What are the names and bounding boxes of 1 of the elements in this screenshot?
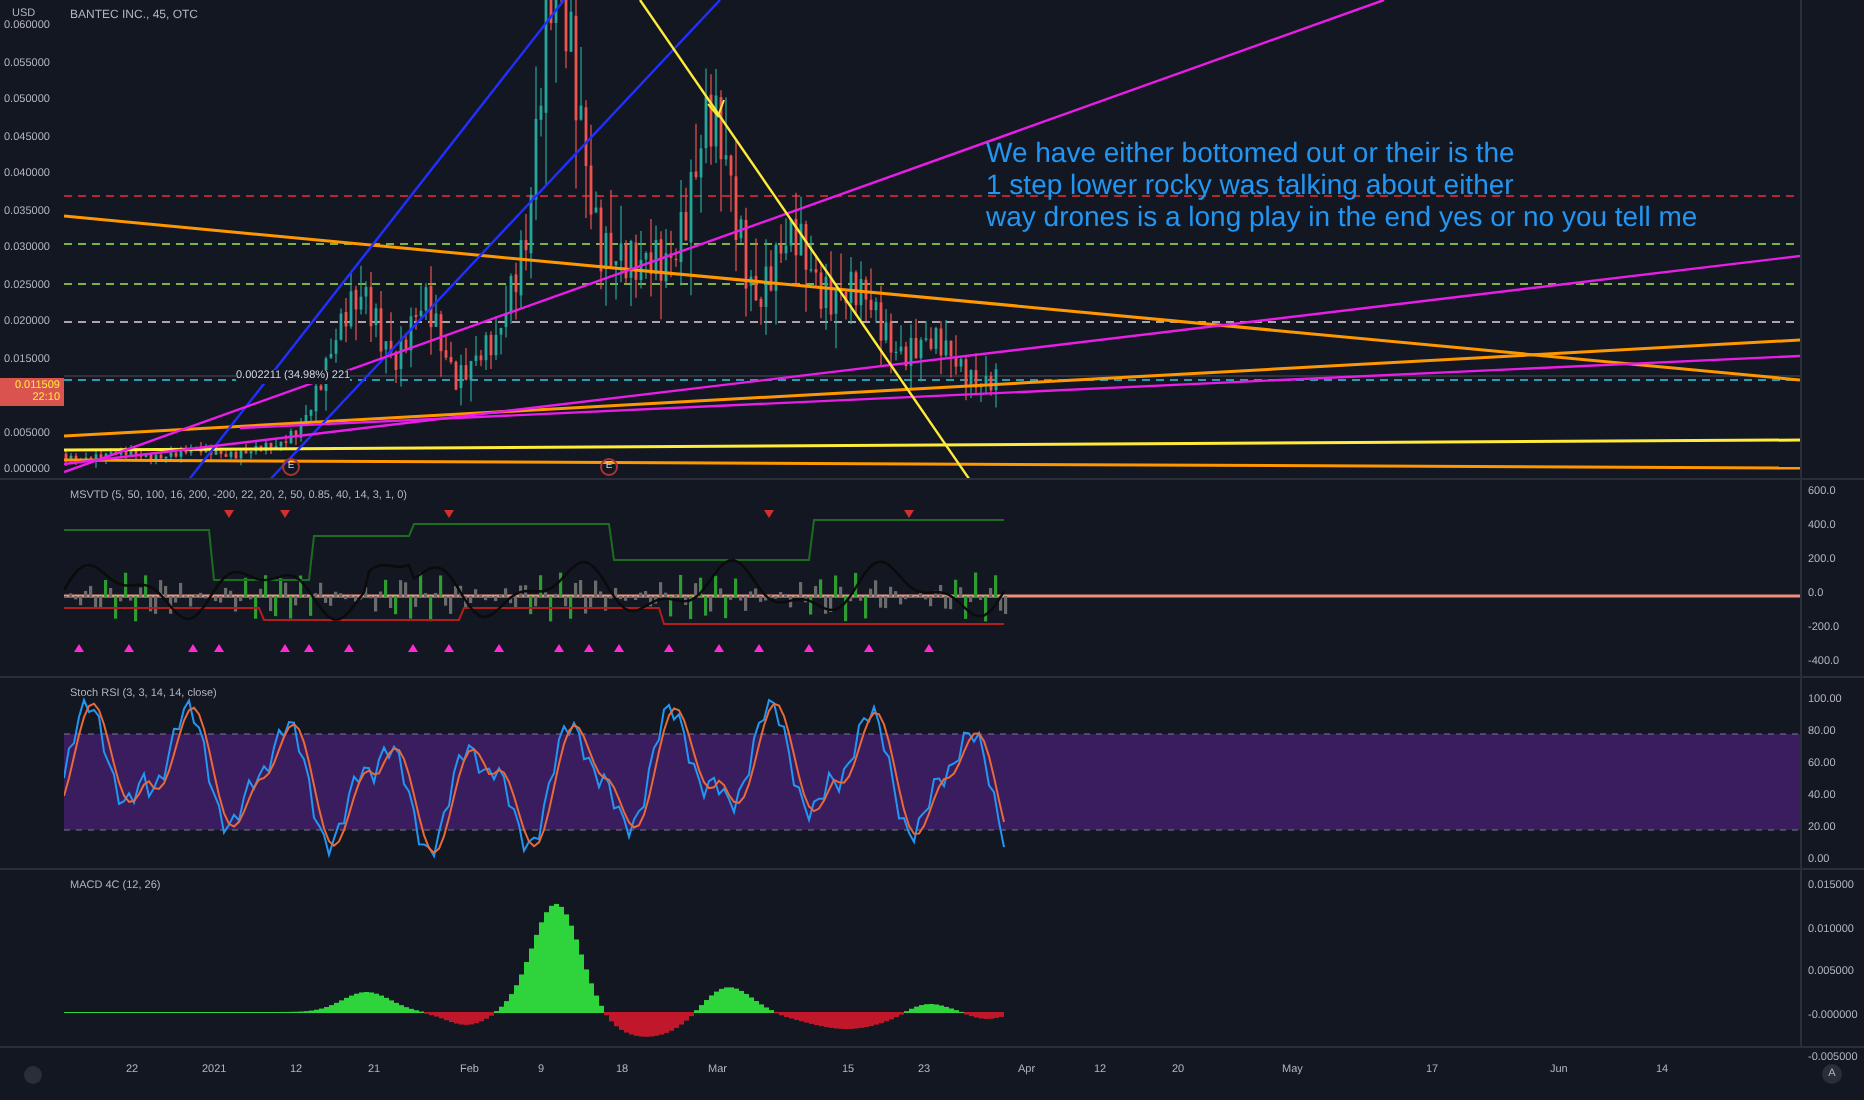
chart-note: We have either bottomed out or their is the 1 step lower rocky was talking about either way drones is a long play in the end yes or no you tell me [986,136,1698,232]
